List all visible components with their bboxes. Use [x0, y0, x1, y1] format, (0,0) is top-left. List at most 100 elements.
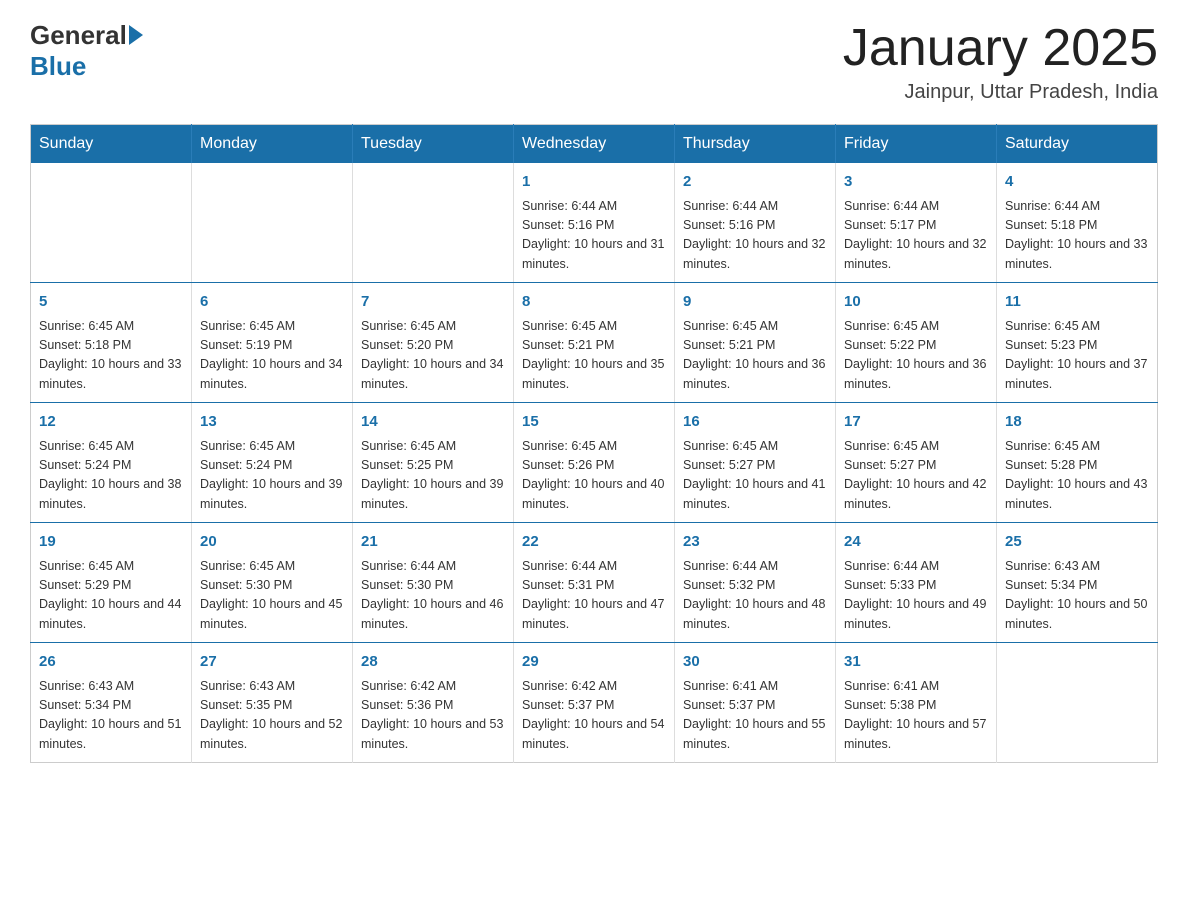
calendar-week-2: 12 Sunrise: 6:45 AMSunset: 5:24 PMDayligh…: [31, 403, 1158, 523]
calendar-cell: 18Sunrise: 6:45 AMSunset: 5:28 PMDayligh…: [997, 403, 1158, 523]
day-number: 13: [200, 411, 344, 434]
day-info: Sunrise: 6:45 AMSunset: 5:26 PMDaylight:…: [522, 437, 666, 515]
day-header-sunday: Sunday: [31, 125, 192, 164]
day-info: Sunrise: 6:45 AMSunset: 5:24 PMDaylight:…: [39, 437, 183, 515]
month-title: January 2025: [843, 20, 1158, 77]
day-info: Sunrise: 6:44 AMSunset: 5:18 PMDaylight:…: [1005, 197, 1149, 275]
calendar-cell: [997, 643, 1158, 763]
calendar-cell: 14 Sunrise: 6:45 AMSunset: 5:25 PMDayligh…: [353, 403, 514, 523]
calendar-week-0: 1 Sunrise: 6:44 AMSunset: 5:16 PMDaylight…: [31, 163, 1158, 283]
calendar-week-3: 19 Sunrise: 6:45 AMSunset: 5:29 PMDayligh…: [31, 523, 1158, 643]
day-number: 31: [844, 651, 988, 674]
day-header-saturday: Saturday: [997, 125, 1158, 164]
day-info: Sunrise: 6:42 AMSunset: 5:36 PMDaylight:…: [361, 677, 505, 755]
logo-triangle-icon: [129, 25, 143, 45]
calendar-cell: 7Sunrise: 6:45 AMSunset: 5:20 PMDaylight…: [353, 283, 514, 403]
day-number: 27: [200, 651, 344, 674]
calendar-cell: 6 Sunrise: 6:45 AMSunset: 5:19 PMDaylight…: [192, 283, 353, 403]
day-number: 17: [844, 411, 988, 434]
day-number: 15: [522, 411, 666, 434]
calendar-cell: 5Sunrise: 6:45 AMSunset: 5:18 PMDaylight…: [31, 283, 192, 403]
day-info: Sunrise: 6:44 AMSunset: 5:32 PMDaylight:…: [683, 557, 827, 635]
day-info: Sunrise: 6:45 AMSunset: 5:21 PMDaylight:…: [683, 317, 827, 395]
calendar-cell: 9 Sunrise: 6:45 AMSunset: 5:21 PMDaylight…: [675, 283, 836, 403]
day-number: 24: [844, 531, 988, 554]
calendar-cell: 8 Sunrise: 6:45 AMSunset: 5:21 PMDaylight…: [514, 283, 675, 403]
calendar-cell: 28Sunrise: 6:42 AMSunset: 5:36 PMDayligh…: [353, 643, 514, 763]
day-number: 18: [1005, 411, 1149, 434]
calendar-cell: 1 Sunrise: 6:44 AMSunset: 5:16 PMDaylight…: [514, 163, 675, 283]
day-number: 19: [39, 531, 183, 554]
day-number: 20: [200, 531, 344, 554]
day-info: Sunrise: 6:45 AMSunset: 5:19 PMDaylight:…: [200, 317, 344, 395]
day-info: Sunrise: 6:44 AMSunset: 5:30 PMDaylight:…: [361, 557, 505, 635]
day-number: 16: [683, 411, 827, 434]
day-info: Sunrise: 6:43 AMSunset: 5:34 PMDaylight:…: [1005, 557, 1149, 635]
day-number: 26: [39, 651, 183, 674]
calendar-cell: 19 Sunrise: 6:45 AMSunset: 5:29 PMDayligh…: [31, 523, 192, 643]
day-info: Sunrise: 6:45 AMSunset: 5:29 PMDaylight:…: [39, 557, 183, 635]
calendar-body: 1 Sunrise: 6:44 AMSunset: 5:16 PMDaylight…: [31, 163, 1158, 763]
day-info: Sunrise: 6:41 AMSunset: 5:38 PMDaylight:…: [844, 677, 988, 755]
day-number: 1: [522, 171, 666, 194]
calendar-cell: 23Sunrise: 6:44 AMSunset: 5:32 PMDayligh…: [675, 523, 836, 643]
calendar-week-4: 26Sunrise: 6:43 AMSunset: 5:34 PMDayligh…: [31, 643, 1158, 763]
day-number: 10: [844, 291, 988, 314]
day-info: Sunrise: 6:45 AMSunset: 5:18 PMDaylight:…: [39, 317, 183, 395]
logo: General Blue: [30, 20, 143, 82]
calendar-cell: 31 Sunrise: 6:41 AMSunset: 5:38 PMDayligh…: [836, 643, 997, 763]
calendar-cell: 24 Sunrise: 6:44 AMSunset: 5:33 PMDayligh…: [836, 523, 997, 643]
day-header-tuesday: Tuesday: [353, 125, 514, 164]
day-number: 3: [844, 171, 988, 194]
calendar-cell: 25Sunrise: 6:43 AMSunset: 5:34 PMDayligh…: [997, 523, 1158, 643]
day-number: 29: [522, 651, 666, 674]
calendar-cell: 29 Sunrise: 6:42 AMSunset: 5:37 PMDayligh…: [514, 643, 675, 763]
day-info: Sunrise: 6:45 AMSunset: 5:27 PMDaylight:…: [683, 437, 827, 515]
calendar-cell: 10 Sunrise: 6:45 AMSunset: 5:22 PMDayligh…: [836, 283, 997, 403]
calendar-cell: [31, 163, 192, 283]
calendar-cell: 26Sunrise: 6:43 AMSunset: 5:34 PMDayligh…: [31, 643, 192, 763]
day-header-wednesday: Wednesday: [514, 125, 675, 164]
day-info: Sunrise: 6:45 AMSunset: 5:27 PMDaylight:…: [844, 437, 988, 515]
calendar-cell: [353, 163, 514, 283]
day-info: Sunrise: 6:44 AMSunset: 5:31 PMDaylight:…: [522, 557, 666, 635]
day-info: Sunrise: 6:45 AMSunset: 5:22 PMDaylight:…: [844, 317, 988, 395]
calendar-cell: 3Sunrise: 6:44 AMSunset: 5:17 PMDaylight…: [836, 163, 997, 283]
day-number: 22: [522, 531, 666, 554]
calendar-cell: 11 Sunrise: 6:45 AMSunset: 5:23 PMDayligh…: [997, 283, 1158, 403]
day-number: 9: [683, 291, 827, 314]
day-number: 2: [683, 171, 827, 194]
day-info: Sunrise: 6:44 AMSunset: 5:33 PMDaylight:…: [844, 557, 988, 635]
logo-blue-part: [127, 25, 143, 47]
logo-general-text: General: [30, 20, 127, 51]
title-block: January 2025 Jainpur, Uttar Pradesh, Ind…: [843, 20, 1158, 104]
calendar-cell: 17 Sunrise: 6:45 AMSunset: 5:27 PMDayligh…: [836, 403, 997, 523]
day-info: Sunrise: 6:45 AMSunset: 5:24 PMDaylight:…: [200, 437, 344, 515]
day-number: 12: [39, 411, 183, 434]
day-number: 14: [361, 411, 505, 434]
calendar-cell: [192, 163, 353, 283]
day-info: Sunrise: 6:45 AMSunset: 5:25 PMDaylight:…: [361, 437, 505, 515]
day-number: 30: [683, 651, 827, 674]
day-number: 6: [200, 291, 344, 314]
location-subtitle: Jainpur, Uttar Pradesh, India: [843, 81, 1158, 104]
calendar-header: SundayMondayTuesdayWednesdayThursdayFrid…: [31, 125, 1158, 164]
calendar-cell: 4Sunrise: 6:44 AMSunset: 5:18 PMDaylight…: [997, 163, 1158, 283]
day-info: Sunrise: 6:44 AMSunset: 5:16 PMDaylight:…: [683, 197, 827, 275]
calendar-cell: 30Sunrise: 6:41 AMSunset: 5:37 PMDayligh…: [675, 643, 836, 763]
day-info: Sunrise: 6:44 AMSunset: 5:16 PMDaylight:…: [522, 197, 666, 275]
calendar-cell: 13 Sunrise: 6:45 AMSunset: 5:24 PMDayligh…: [192, 403, 353, 523]
calendar-week-1: 5Sunrise: 6:45 AMSunset: 5:18 PMDaylight…: [31, 283, 1158, 403]
day-info: Sunrise: 6:45 AMSunset: 5:30 PMDaylight:…: [200, 557, 344, 635]
day-number: 8: [522, 291, 666, 314]
day-info: Sunrise: 6:45 AMSunset: 5:23 PMDaylight:…: [1005, 317, 1149, 395]
calendar-cell: 22 Sunrise: 6:44 AMSunset: 5:31 PMDayligh…: [514, 523, 675, 643]
day-info: Sunrise: 6:45 AMSunset: 5:21 PMDaylight:…: [522, 317, 666, 395]
calendar-table: SundayMondayTuesdayWednesdayThursdayFrid…: [30, 124, 1158, 763]
day-number: 11: [1005, 291, 1149, 314]
day-info: Sunrise: 6:42 AMSunset: 5:37 PMDaylight:…: [522, 677, 666, 755]
day-header-monday: Monday: [192, 125, 353, 164]
day-header-row: SundayMondayTuesdayWednesdayThursdayFrid…: [31, 125, 1158, 164]
calendar-cell: 15 Sunrise: 6:45 AMSunset: 5:26 PMDayligh…: [514, 403, 675, 523]
day-number: 7: [361, 291, 505, 314]
